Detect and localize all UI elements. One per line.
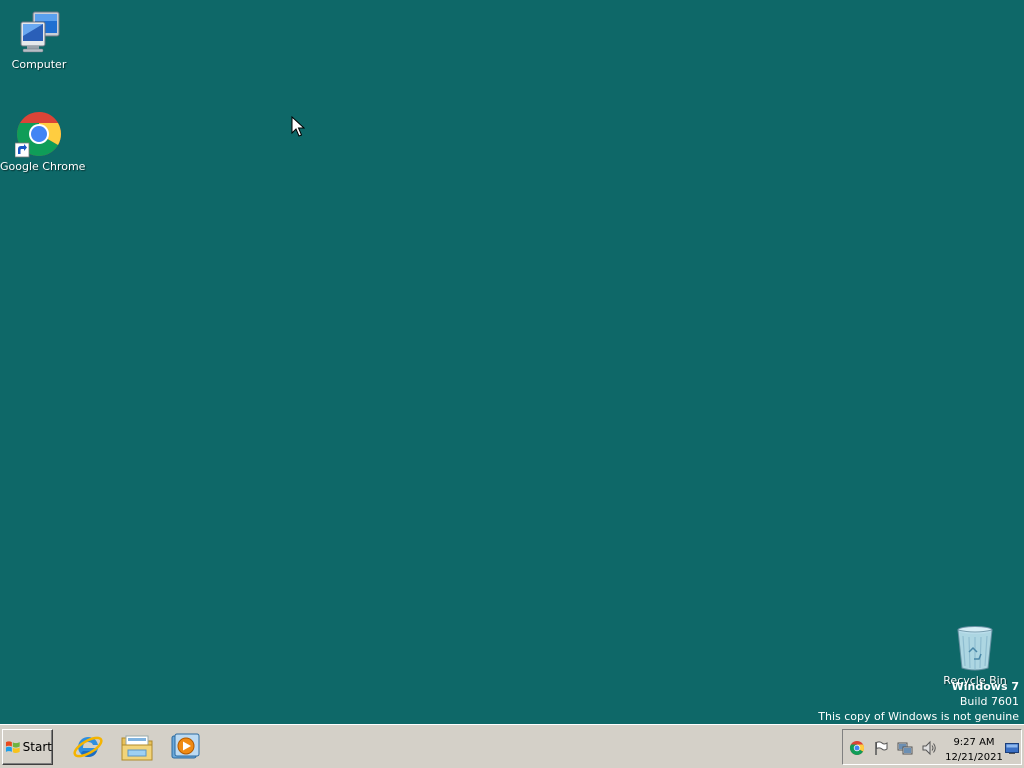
tray-clock[interactable]: 9:27 AM 12/21/2021 (943, 735, 1005, 765)
watermark-notice: This copy of Windows is not genuine (818, 710, 1019, 723)
start-button-label: Start (22, 740, 52, 754)
system-tray: 9:27 AM 12/21/2021 (842, 729, 1022, 765)
desktop[interactable]: Computer Google Chrome Recycle Bin Windo… (0, 0, 1024, 768)
action-center-flag-icon (875, 741, 888, 755)
tray-chrome[interactable] (848, 739, 866, 757)
internet-explorer-icon (73, 736, 103, 758)
volume-icon (922, 740, 936, 756)
windows-logo-icon (5, 741, 20, 753)
clock-time: 9:27 AM (953, 737, 995, 748)
show-desktop-icon[interactable] (1005, 743, 1019, 754)
desktop-icon-computer[interactable]: Computer (0, 8, 78, 72)
taskbar: Start 9:27 AM 12/21/2021 (0, 724, 1024, 768)
media-player-icon (171, 733, 200, 759)
start-button[interactable]: Start (2, 729, 53, 765)
tray-action-center[interactable] (872, 739, 890, 757)
taskbar-windows-explorer[interactable] (117, 728, 157, 766)
taskbar-media-player[interactable] (165, 728, 205, 766)
chrome-tray-icon (850, 741, 864, 755)
taskbar-internet-explorer[interactable] (68, 728, 108, 766)
network-icon (897, 742, 913, 755)
computer-icon (20, 11, 60, 53)
desktop-icon-google-chrome[interactable]: Google Chrome (0, 110, 86, 174)
mouse-cursor-icon (291, 116, 305, 137)
windows-watermark: Windows 7 Build 7601 This copy of Window… (818, 679, 1019, 724)
watermark-build: Build 7601 (959, 695, 1019, 708)
desktop-icon-label: Google Chrome (0, 160, 86, 173)
tray-network[interactable] (896, 739, 914, 757)
clock-date: 12/21/2021 (945, 752, 1003, 763)
windows-explorer-icon (121, 735, 153, 761)
desktop-icon-label: Computer (11, 58, 67, 71)
chrome-icon (15, 112, 61, 158)
recycle-bin-icon (957, 626, 993, 671)
tray-volume[interactable] (920, 739, 938, 757)
watermark-title: Windows 7 (951, 680, 1019, 693)
